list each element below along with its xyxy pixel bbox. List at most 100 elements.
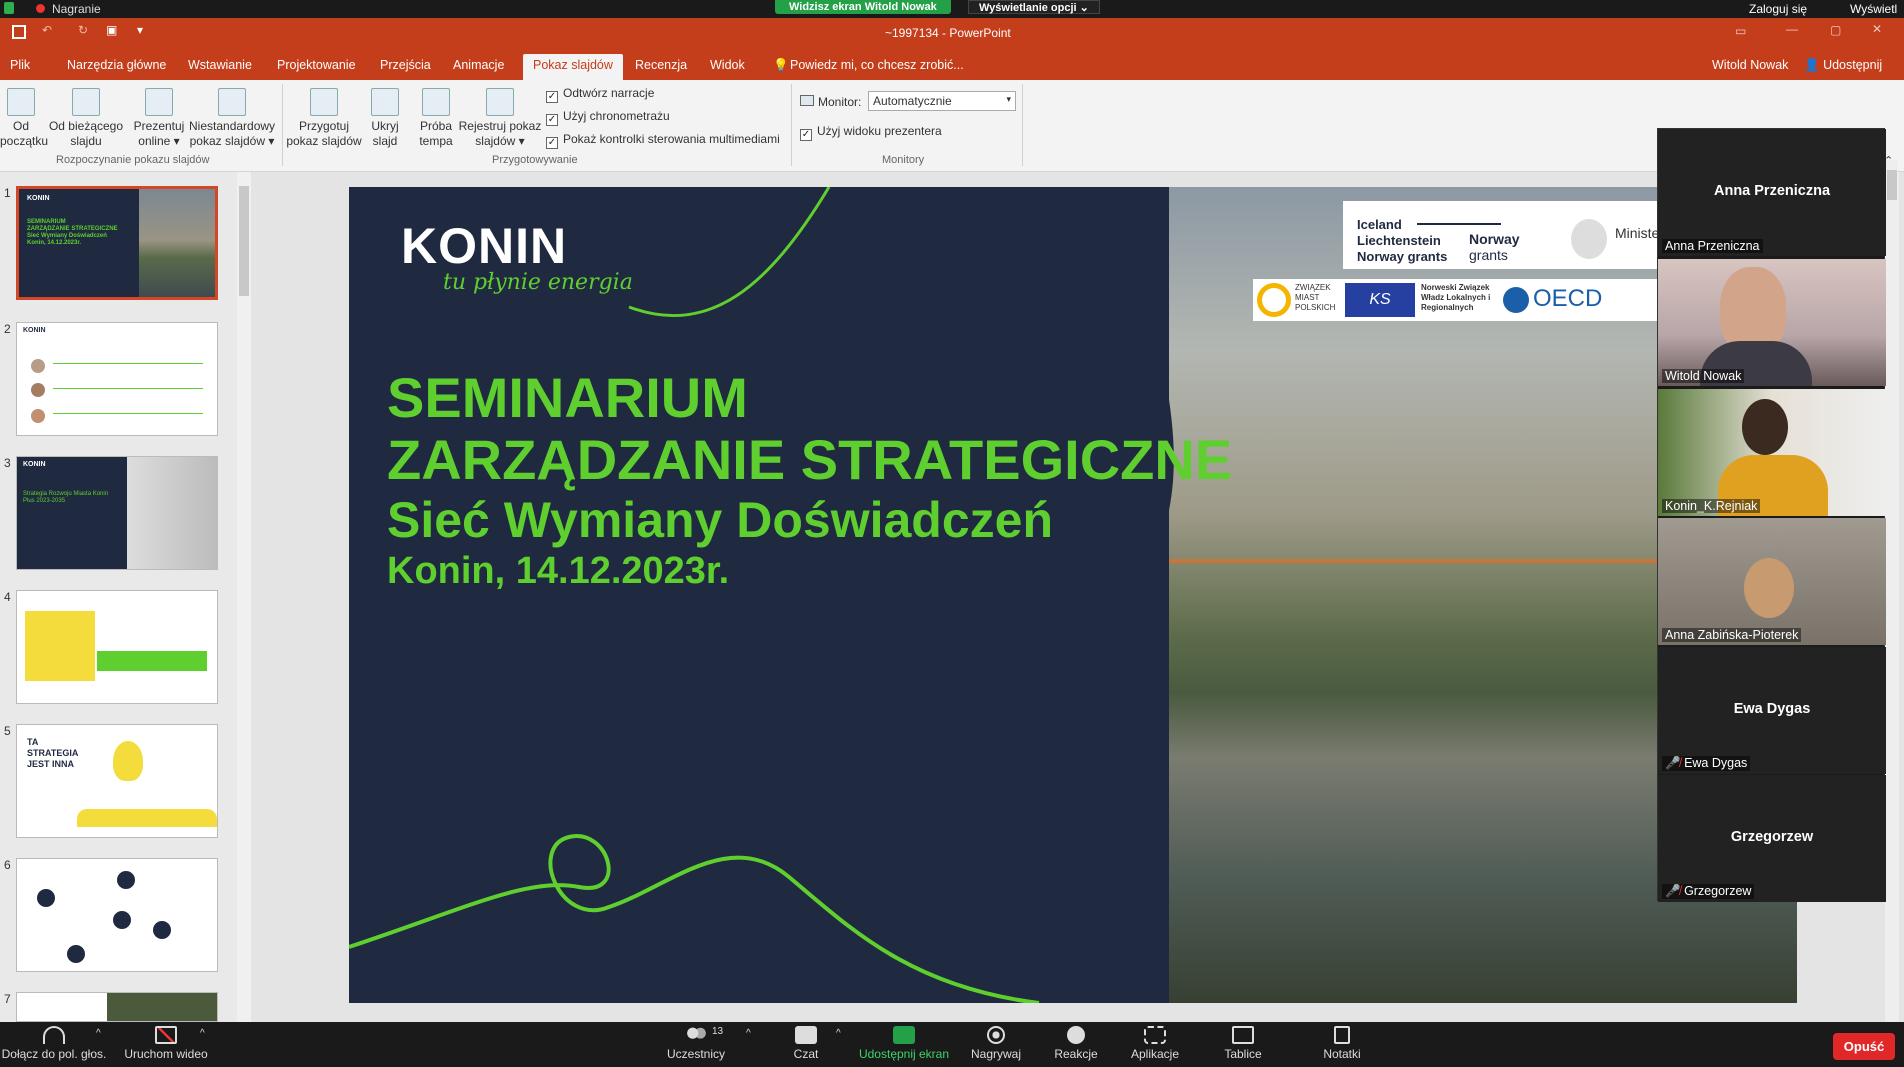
participant-tile[interactable]: Ewa Dygas 🎤̸ Ewa Dygas — [1658, 647, 1886, 774]
slideshow-start-icon[interactable]: ▣ — [106, 23, 117, 37]
tab-transitions[interactable]: Przejścia — [380, 54, 431, 80]
tab-home[interactable]: Narzędzia główne — [67, 54, 166, 80]
share-screen-button[interactable]: Udostępnij ekran — [854, 1022, 954, 1067]
custom-slideshow-button[interactable]: Niestandardowy pokaz slajdów ▾ — [189, 86, 275, 149]
checkbox-label: Odtwórz narracje — [563, 86, 655, 100]
participant-label: Anna Zabińska-Pioterek — [1662, 628, 1802, 642]
setup-slideshow-button[interactable]: Przygotuj pokaz slajdów — [286, 86, 362, 149]
thumb-text: Strategia Rozwoju Miasta Konin Plus 2023… — [23, 491, 109, 504]
thumb-line — [53, 363, 203, 364]
gallery-scrollbar[interactable] — [1886, 160, 1898, 1000]
tab-view[interactable]: Widok — [710, 54, 745, 80]
lightbulb-icon: 💡 — [773, 58, 789, 72]
thumb-logo: KONIN — [27, 195, 50, 202]
norway-grants-logo: Norway grants — [1469, 231, 1520, 263]
scrollbar-thumb[interactable] — [1887, 170, 1897, 200]
slide-thumb-3[interactable]: KONIN Strategia Rozwoju Miasta Konin Plu… — [16, 456, 218, 570]
account-user[interactable]: Witold Nowak — [1712, 54, 1788, 80]
tab-animations[interactable]: Animacje — [453, 54, 504, 80]
record-icon — [987, 1026, 1005, 1044]
slide-thumb-4[interactable] — [16, 590, 218, 704]
minimize-icon[interactable]: — — [1786, 22, 1798, 36]
view-options-button[interactable]: Wyświetlanie opcji ⌄ — [968, 0, 1100, 14]
person-icon: 👤 — [1804, 58, 1820, 72]
whiteboard-icon — [1232, 1026, 1254, 1044]
slide-thumb-7[interactable] — [16, 992, 218, 1022]
participant-tile-video[interactable]: Konin_K.Rejniak — [1658, 389, 1886, 516]
display-menu[interactable]: Wyświetl — [1850, 2, 1897, 16]
whiteboards-button[interactable]: Tablice — [1214, 1022, 1272, 1067]
share-button[interactable]: 👤 Udostępnij — [1804, 54, 1882, 80]
chat-label: Czat — [793, 1047, 819, 1061]
muted-mic-icon: 🎤̸ — [1665, 756, 1681, 770]
participant-tile[interactable]: Grzegorzew 🎤̸ Grzegorzew — [1658, 775, 1886, 902]
tab-review[interactable]: Recenzja — [635, 54, 687, 80]
reactions-button[interactable]: Reakcje — [1046, 1022, 1106, 1067]
thumb-line — [53, 388, 203, 389]
chat-button[interactable]: Czat — [788, 1022, 824, 1067]
slide-thumb-1[interactable]: KONIN SEMINARIUM ZARZĄDZANIE STRATEGICZNE… — [16, 186, 218, 300]
sign-in-link[interactable]: Zaloguj się — [1749, 2, 1807, 16]
save-icon[interactable] — [12, 25, 26, 39]
redo-icon[interactable]: ↻ — [78, 23, 88, 37]
close-icon[interactable]: ✕ — [1872, 22, 1882, 36]
btn-label-2: online ▾ — [138, 134, 180, 148]
chevron-up-icon[interactable]: ^ — [200, 1028, 205, 1039]
use-timings-checkbox[interactable]: ✓ Użyj chronometrażu — [546, 109, 670, 126]
btn-label-1: Od bieżącego — [48, 119, 124, 133]
present-online-button[interactable]: Prezentuj online ▾ — [132, 86, 186, 149]
thumb-text: SEMINARIUM ZARZĄDZANIE STRATEGICZNE Sieć W… — [27, 219, 118, 246]
customize-toolbar-icon[interactable]: ▾ — [137, 23, 143, 37]
chevron-up-icon[interactable]: ^ — [746, 1028, 751, 1039]
grants-logo-box: Iceland Liechtenstein Norway grants Norway… — [1343, 201, 1669, 269]
ribbon-options-icon[interactable]: ▭ — [1735, 24, 1746, 38]
join-audio-button[interactable]: Dołącz do pol. głos. — [0, 1022, 108, 1067]
thumb-avatar — [31, 409, 45, 423]
hide-slide-button[interactable]: Ukryj slajd — [366, 86, 404, 149]
participant-tile[interactable]: Anna Przeniczna Anna Przeniczna — [1658, 129, 1886, 256]
play-narrations-checkbox[interactable]: ✓ Odtwórz narracje — [546, 86, 654, 103]
rehearse-timings-button[interactable]: Próba tempa — [416, 86, 456, 149]
oecd-text: OECD — [1533, 285, 1603, 312]
thumb-shape — [97, 651, 207, 671]
scrollbar-thumb[interactable] — [239, 186, 249, 296]
record-button[interactable]: Nagrywaj — [962, 1022, 1030, 1067]
presenter-view-checkbox[interactable]: ✓ Użyj widoku prezentera — [800, 124, 942, 141]
tab-insert[interactable]: Wstawianie — [188, 54, 252, 80]
record-label: Nagrywaj — [970, 1047, 1021, 1061]
notes-label: Notatki — [1323, 1047, 1361, 1061]
slide-thumb-2[interactable]: KONIN — [16, 322, 218, 436]
maximize-icon[interactable]: ▢ — [1830, 23, 1841, 37]
from-current-button[interactable]: Od bieżącego slajdu — [48, 86, 124, 149]
checkbox-label: Użyj chronometrażu — [563, 109, 670, 123]
monitor-select[interactable]: Automatycznie ▾ — [868, 91, 1016, 111]
notes-button[interactable]: Notatki — [1312, 1022, 1372, 1067]
chat-icon — [795, 1026, 817, 1044]
tell-me-search[interactable]: Powiedz mi, co chcesz zrobić... — [790, 54, 964, 80]
share-label: Udostępnij — [1823, 58, 1883, 72]
thumb-shape — [25, 611, 95, 681]
slide-subtitle: Sieć Wymiany Doświadczeń — [387, 492, 1053, 548]
chevron-up-icon[interactable]: ^ — [836, 1028, 841, 1039]
checkmark-icon: ✓ — [546, 137, 558, 149]
media-controls-checkbox[interactable]: ✓ Pokaż kontrolki sterowania multimediami — [546, 132, 780, 149]
undo-icon[interactable]: ↶ — [42, 23, 52, 37]
tab-file[interactable]: Plik — [10, 54, 30, 80]
checkbox-label: Pokaż kontrolki sterowania multimediami — [563, 132, 780, 146]
tab-slideshow[interactable]: Pokaz slajdów — [523, 54, 623, 80]
main-slide[interactable]: KONIN tu płynie energia SEMINARIUM ZARZĄ… — [349, 187, 1797, 1003]
slide-thumb-6[interactable] — [16, 858, 218, 972]
record-slideshow-button[interactable]: Rejestruj pokaz slajdów ▾ — [458, 86, 542, 149]
participant-tile-video[interactable]: Anna Zabińska-Pioterek — [1658, 518, 1886, 645]
thumbnails-scrollbar[interactable] — [237, 172, 251, 1022]
chevron-up-icon[interactable]: ^ — [96, 1028, 101, 1039]
slide-thumb-5[interactable]: TA STRATEGIA JEST INNA — [16, 724, 218, 838]
apps-button[interactable]: Aplikacje — [1122, 1022, 1188, 1067]
tab-design[interactable]: Projektowanie — [277, 54, 356, 80]
grants-text-5: grants — [1469, 247, 1508, 263]
participant-label: 🎤̸ Ewa Dygas — [1662, 756, 1751, 771]
leave-meeting-button[interactable]: Opuść — [1833, 1033, 1895, 1060]
slide-title-line2: ZARZĄDZANIE STRATEGICZNE — [387, 428, 1233, 491]
from-beginning-button[interactable]: Od początku — [0, 86, 48, 149]
participant-tile-video[interactable]: Witold Nowak — [1658, 259, 1886, 386]
